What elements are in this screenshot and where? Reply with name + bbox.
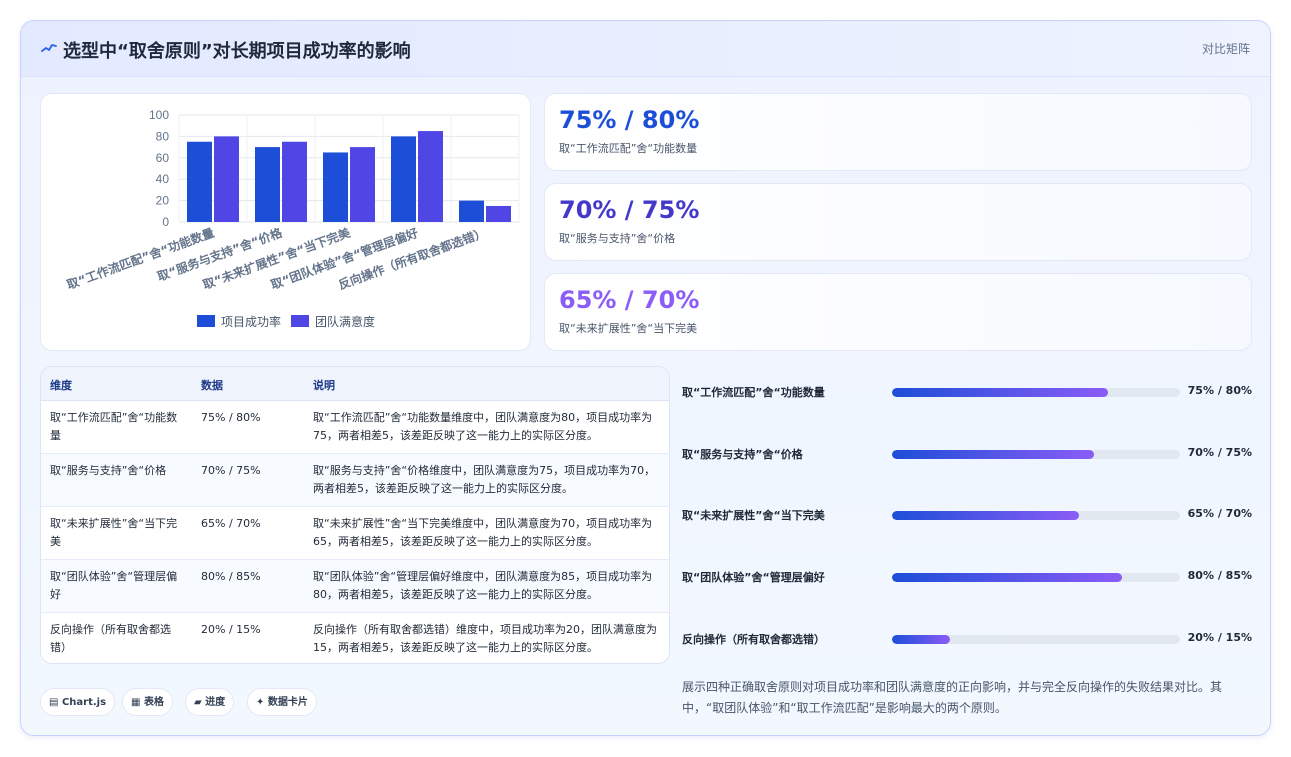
table-cell-data: 65% / 70% xyxy=(201,517,261,530)
bar xyxy=(214,136,239,222)
stat-card-2: 70% / 75% 取“服务与支持”舍“价格 xyxy=(544,183,1252,261)
table-cell-data: 80% / 85% xyxy=(201,570,261,583)
progress-fill xyxy=(892,511,1080,520)
bar xyxy=(187,141,212,222)
y-tick-label: 0 xyxy=(162,215,169,229)
stat-value: 75% / 80% xyxy=(559,106,700,134)
progress-track xyxy=(892,573,1180,582)
stat-card-1: 75% / 80% 取“工作流匹配”舍“功能数量 xyxy=(544,93,1252,171)
y-tick-label: 100 xyxy=(149,108,169,122)
table-cell-dimension: 取“未来扩展性”舍“当下完美 xyxy=(50,517,178,548)
table-cell-data: 75% / 80% xyxy=(201,411,261,424)
bar xyxy=(391,136,416,222)
header: 选型中“取舍原则”对长期项目成功率的影响 对比矩阵 xyxy=(21,21,1270,77)
progress-label: 取“未来扩展性”舍“当下完美 xyxy=(682,509,825,522)
progress-track xyxy=(892,450,1180,459)
stat-value: 70% / 75% xyxy=(559,196,700,224)
progress-fill xyxy=(892,573,1123,582)
legend-swatch xyxy=(291,315,309,327)
tag-label: Chart.js xyxy=(61,697,107,708)
table-cell-data: 20% / 15% xyxy=(201,623,261,636)
table-cell-dimension: 取“服务与支持”舍“价格 xyxy=(50,464,167,477)
progress-row: 取“团队体验”舍“管理层偏好 80% / 85% xyxy=(682,567,1252,587)
progress-label: 取“服务与支持”舍“价格 xyxy=(682,448,803,461)
table-cell-dimension: 取“团队体验”舍“管理层偏好 xyxy=(50,570,178,601)
table-row: 反向操作（所有取舍都选错） 20% / 15% 反向操作（所有取舍都选错）维度中… xyxy=(41,613,669,663)
stat-label: 取“服务与支持”舍“价格 xyxy=(559,232,676,245)
stat-card-3: 65% / 70% 取“未来扩展性”舍“当下完美 xyxy=(544,273,1252,351)
progress-row: 取“未来扩展性”舍“当下完美 65% / 70% xyxy=(682,505,1252,525)
y-tick-label: 20 xyxy=(156,194,170,208)
table-row: 取“团队体验”舍“管理层偏好 80% / 85% 取“团队体验”舍“管理层偏好维… xyxy=(41,560,669,613)
progress-track xyxy=(892,511,1180,520)
stat-label: 取“未来扩展性”舍“当下完美 xyxy=(559,322,698,335)
bar xyxy=(418,131,443,222)
tag-label: 进度 xyxy=(205,697,226,708)
table-row: 取“工作流匹配”舍“功能数量 75% / 80% 取“工作流匹配”舍“功能数量维… xyxy=(41,401,669,454)
table-header-description: 说明 xyxy=(313,379,335,392)
bar xyxy=(282,141,307,222)
bar-chart-panel: 0 20 40 60 80 100 取“工作流匹配”舍“功能数量 取“服务与支持”舍“价格 取“… xyxy=(40,93,531,351)
page-title: 选型中“取舍原则”对长期项目成功率的影响 xyxy=(63,41,411,62)
progress-row: 反向操作（所有取舍都选错） 20% / 15% xyxy=(682,629,1252,649)
table-cell-description: 取“服务与支持”舍“价格维度中，团队满意度为75，项目成功率为70，两者相差5，… xyxy=(313,464,656,495)
tag-chartjs[interactable]: ▤ Chart.js xyxy=(40,688,116,716)
main-card: 选型中“取舍原则”对长期项目成功率的影响 对比矩阵 0 20 40 60 80 100 取“… xyxy=(20,20,1271,736)
table-row: 取“未来扩展性”舍“当下完美 65% / 70% 取“未来扩展性”舍“当下完美维… xyxy=(41,507,669,560)
table-cell-dimension: 取“工作流匹配”舍“功能数量 xyxy=(50,411,178,442)
tag-data-cards[interactable]: ✦ 数据卡片 xyxy=(247,688,317,716)
bar xyxy=(350,147,375,222)
tag-label: 数据卡片 xyxy=(267,697,308,708)
progress-label: 反向操作（所有取舍都选错） xyxy=(682,633,825,646)
stat-value: 65% / 70% xyxy=(559,286,700,314)
progress-fill xyxy=(892,388,1108,397)
sparkline-icon xyxy=(41,44,57,52)
table-cell-description: 取“团队体验”舍“管理层偏好维度中，团队满意度为85，项目成功率为80，两者相差… xyxy=(313,570,653,601)
stat-label: 取“工作流匹配”舍“功能数量 xyxy=(559,142,698,155)
table-header-dimension: 维度 xyxy=(50,379,72,392)
table-cell-description: 取“工作流匹配”舍“功能数量维度中，团队满意度为80，项目成功率为75，两者相差… xyxy=(313,411,653,442)
table-cell-description: 取“未来扩展性”舍“当下完美维度中，团队满意度为70，项目成功率为65，两者相差… xyxy=(313,517,653,548)
progress-track xyxy=(892,635,1180,644)
bar xyxy=(459,200,484,222)
tag-label: 表格 xyxy=(143,697,164,708)
progress-label: 取“工作流匹配”舍“功能数量 xyxy=(682,386,825,399)
progress-fill xyxy=(892,450,1094,459)
comparison-matrix-link[interactable]: 对比矩阵 xyxy=(1202,40,1250,57)
table-row: 取“服务与支持”舍“价格 70% / 75% 取“服务与支持”舍“价格维度中，团… xyxy=(41,454,669,507)
table-header: 维度 数据 说明 xyxy=(41,367,669,401)
bar xyxy=(323,152,348,222)
data-table: 维度 数据 说明 取“工作流匹配”舍“功能数量 75% / 80% 取“工作流匹… xyxy=(40,366,670,664)
y-tick-label: 40 xyxy=(156,172,170,186)
table-cell-dimension: 反向操作（所有取舍都选错） xyxy=(50,623,171,654)
legend-label: 团队满意度 xyxy=(315,314,375,329)
progress-value: 65% / 70% xyxy=(1187,507,1252,520)
progress-fill xyxy=(892,635,950,644)
legend-label: 项目成功率 xyxy=(221,314,281,329)
progress-value: 80% / 85% xyxy=(1187,569,1252,582)
progress-track xyxy=(892,388,1180,397)
bar xyxy=(486,205,511,222)
progress-value: 70% / 75% xyxy=(1187,446,1252,459)
progress-row: 取“工作流匹配”舍“功能数量 75% / 80% xyxy=(682,382,1252,402)
tag-table[interactable]: ▦ 表格 xyxy=(122,688,173,716)
y-tick-label: 60 xyxy=(156,151,170,165)
bar xyxy=(255,147,280,222)
summary-note: 展示四种正确取舍原则对项目成功率和团队满意度的正向影响，并与完全反向操作的失败结… xyxy=(682,680,1223,715)
y-tick-label: 80 xyxy=(156,129,170,143)
progress-value: 20% / 15% xyxy=(1187,631,1252,644)
tag-progress[interactable]: ▰ 进度 xyxy=(185,688,235,716)
bar-chart: 020406080100取“工作流匹配”舍“功能数量取“服务与支持”舍“价格取“… xyxy=(65,108,520,329)
table-cell-description: 反向操作（所有取舍都选错）维度中，项目成功率为20，团队满意度为15，两者相差5… xyxy=(313,623,657,654)
table-cell-data: 70% / 75% xyxy=(201,464,261,477)
legend-swatch xyxy=(197,315,215,327)
progress-row: 取“服务与支持”舍“价格 70% / 75% xyxy=(682,444,1252,464)
progress-label: 取“团队体验”舍“管理层偏好 xyxy=(682,571,825,584)
progress-value: 75% / 80% xyxy=(1187,384,1252,397)
table-header-data: 数据 xyxy=(201,379,223,392)
